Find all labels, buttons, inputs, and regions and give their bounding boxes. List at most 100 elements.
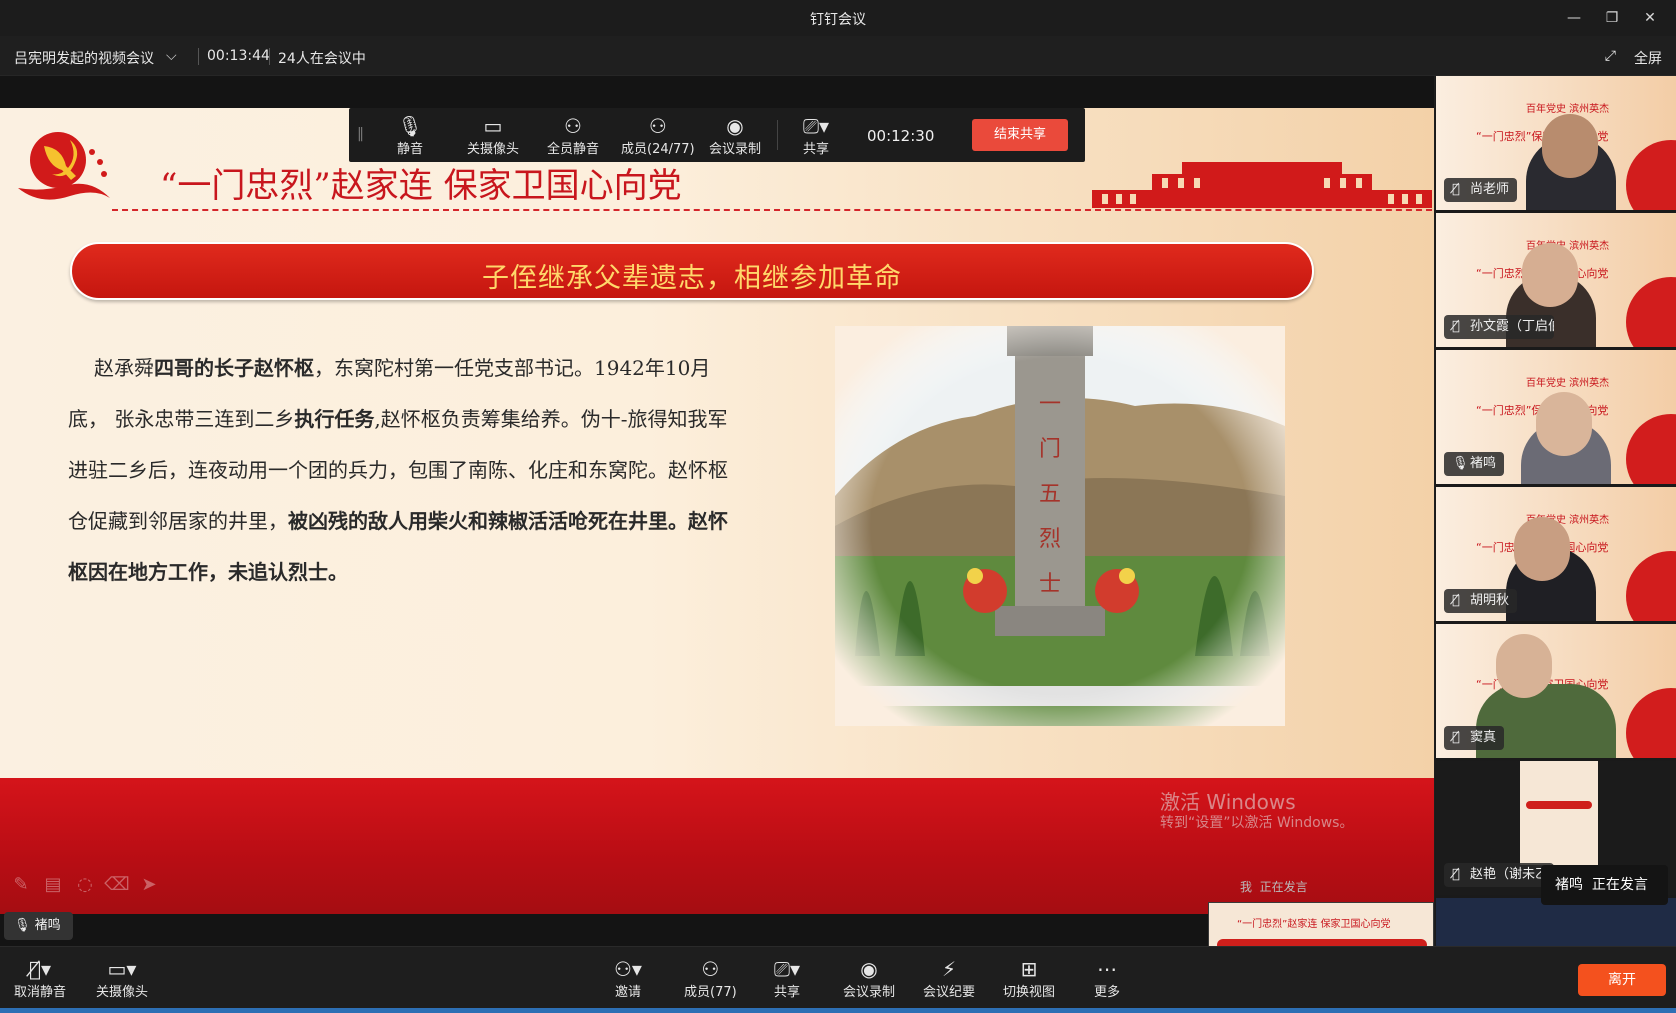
end-share-button[interactable]: 结束共享 <box>972 119 1068 151</box>
minutes-button[interactable]: ⚡ 会议纪要 <box>923 957 975 1000</box>
more-button[interactable]: ⋯ 更多 <box>1094 957 1120 1000</box>
invite-button[interactable]: ⚇▾ 邀请 <box>614 957 642 1000</box>
title-bar: 钉钉会议 — ❐ ✕ <box>0 0 1676 36</box>
participant-name: 🎙̸ 胡明秋 <box>1444 589 1518 613</box>
camera-label: 关摄像头 <box>96 985 149 1000</box>
tile-slide-text: 百年党史 滨州英杰 <box>1526 378 1610 389</box>
switch-view-button[interactable]: ⊞ 切换视图 <box>1003 957 1055 1000</box>
share-button[interactable]: ⎚▾ 共享 <box>774 957 800 1000</box>
camera-icon: ▭ <box>483 114 503 138</box>
speaking-popup: 褚鸣 正在发言 <box>1541 865 1668 905</box>
mic-muted-icon: 🎙̸ <box>1452 867 1460 882</box>
participant-face <box>1542 114 1598 178</box>
record-icon: ◉ <box>726 114 744 138</box>
more-icon: ⋯ <box>1097 957 1117 981</box>
mic-muted-icon: 🎙̸ <box>1452 319 1460 334</box>
more-label: 更多 <box>1094 985 1121 1000</box>
participant-name: 🎙̸ 孙文霞（丁启伯 <box>1444 315 1554 339</box>
camera-off-button[interactable]: ▭▾ 关摄像头 <box>96 957 148 1000</box>
participant-face <box>1522 243 1578 307</box>
share-label: 共享 <box>774 985 801 1000</box>
participant-tile-active[interactable]: 百年党史 滨州英杰 “一门忠烈”保家卫国心向党 🎙褚鸣 <box>1436 350 1676 484</box>
bottom-control-bar: 🎙̸▾ 取消静音 ▭▾ 关摄像头 ⚇▾ 邀请 ⚇ 成员(77) ⎚▾ 共享 ◉ 会议录制 ⚡… <box>0 946 1676 1013</box>
mic-muted-icon: 🎙̸ <box>1452 730 1460 745</box>
microphone-icon: 🎙 <box>397 114 423 138</box>
minimize-icon[interactable]: — <box>1560 6 1588 30</box>
current-speaker-name: 褚鸣 <box>34 918 61 933</box>
meeting-name[interactable]: 吕宪明发起的视频会议 <box>14 48 154 68</box>
record-button[interactable]: ◉ 会议录制 <box>709 114 761 157</box>
switch-view-label: 切换视图 <box>1003 985 1056 1000</box>
mic-muted-icon: 🎙̸▾ <box>28 957 52 981</box>
slide-paragraph: 赵承舜四哥的长子赵怀枢，东窝陀村第一任党支部书记。1942年10月底， 张永忠带… <box>68 343 728 598</box>
slide-banner: 子侄继承父辈遗志，相继参加革命 <box>70 242 1314 300</box>
members-button[interactable]: ⚇ 成员(77) <box>684 957 737 1000</box>
participant-name-text: 尚老师 <box>1470 182 1510 197</box>
camera-icon: ▭▾ <box>107 957 137 981</box>
activation-watermark-hint: 转到“设置”以激活 Windows。 <box>1160 815 1354 831</box>
participant-face <box>1536 392 1592 456</box>
highlighter-icon[interactable]: ▤ <box>40 874 66 895</box>
share-timer: 00:12:30 <box>867 127 935 145</box>
participant-count: 24人在会议中 <box>278 51 366 67</box>
share-screen-icon: ⎚▾ <box>774 957 801 981</box>
participant-screen-thumb <box>1520 761 1598 865</box>
participant-tile-partial[interactable] <box>1436 898 1676 946</box>
participant-face <box>1514 517 1570 581</box>
meeting-info-bar: 吕宪明发起的视频会议 ⌵ 00:13:44 24人在会议中 ⤢ 全屏 <box>0 36 1676 76</box>
chevron-down-icon[interactable]: ⌵ <box>166 48 177 64</box>
window-title: 钉钉会议 <box>810 12 866 28</box>
restore-icon[interactable]: ❐ <box>1598 6 1626 30</box>
members-icon: ⚇ <box>648 114 667 138</box>
participant-name-text: 褚鸣 <box>1470 456 1497 471</box>
para-text-bold: 四哥的长子赵怀枢 <box>154 356 314 380</box>
self-label: 我 <box>1240 880 1253 894</box>
monument-photo: 一 门 五 烈 士 <box>835 326 1285 726</box>
participant-tile[interactable]: 百年党史 滨州英杰 “一门忠烈”保家卫国心向党 🎙̸孙文霞（丁启伯 <box>1436 213 1676 347</box>
leave-button[interactable]: 离开 <box>1578 964 1666 996</box>
share-toolbar: ‖ 🎙 静音 ▭ 关摄像头 ⚇ 全员静音 ⚇ 成员(24/77) ◉ 会议录制 ⎚▾ 共享 … <box>349 108 1085 162</box>
participant-name-text: 赵艳（谢未乙 <box>1470 867 1549 882</box>
party-emblem-icon <box>18 132 110 200</box>
annotation-tools: ✎ ▤ ◌ ⌫ ➤ <box>8 874 168 900</box>
minutes-icon: ⚡ <box>941 957 957 981</box>
mute-all-icon: ⚇ <box>564 114 582 138</box>
participant-name-text: 胡明秋 <box>1470 593 1510 608</box>
drag-handle-icon[interactable]: ‖ <box>357 126 364 142</box>
mic-muted-icon: 🎙̸ <box>1452 593 1460 608</box>
record-icon: ◉ <box>860 957 878 981</box>
mute-button[interactable]: 🎙 静音 <box>397 114 423 157</box>
invite-icon: ⚇▾ <box>614 957 642 981</box>
microphone-icon: 🎙 <box>1452 456 1469 471</box>
toolbar-divider <box>777 120 778 150</box>
fullscreen-icon[interactable]: ⤢ <box>1605 48 1616 64</box>
close-icon[interactable]: ✕ <box>1636 6 1664 30</box>
slide-divider <box>112 209 1432 211</box>
participant-name: 🎙̸ 赵艳（谢未乙 <box>1444 863 1554 887</box>
mute-label: 静音 <box>397 142 424 157</box>
share-screen-icon: ⎚▾ <box>803 114 830 138</box>
participant-tile[interactable]: 百年党史 滨州英杰 “一门忠烈”保家卫国心向党 🎙̸尚老师 <box>1436 76 1676 210</box>
participant-tile[interactable]: “一门忠烈”保家卫国心向党 🎙̸窦真 <box>1436 624 1676 758</box>
pen-icon[interactable]: ✎ <box>8 874 34 895</box>
eraser-icon[interactable]: ⌫ <box>104 874 130 895</box>
mute-all-button[interactable]: ⚇ 全员静音 <box>547 114 599 157</box>
record-label: 会议录制 <box>843 985 896 1000</box>
unmute-button[interactable]: 🎙̸▾ 取消静音 <box>14 957 66 1000</box>
camera-off-button[interactable]: ▭ 关摄像头 <box>467 114 519 157</box>
participant-tile[interactable]: 百年党史 滨州英杰 “一门忠烈”保家卫国心向党 🎙̸胡明秋 <box>1436 487 1676 621</box>
fullscreen-button[interactable]: 全屏 <box>1634 48 1662 68</box>
banner-text: 子侄继承父辈遗志，相继参加革命 <box>482 263 902 294</box>
pointer-icon[interactable]: ➤ <box>136 874 162 895</box>
slide-heading: “一门忠烈”赵家连 保家卫国心向党 <box>160 166 682 206</box>
share-button[interactable]: ⎚▾ 共享 <box>803 114 829 157</box>
participant-name: 🎙̸ 尚老师 <box>1444 178 1518 202</box>
participant-sidebar: ︿ 百年党史 滨州英杰 “一门忠烈”保家卫国心向党 🎙̸尚老师 百年党史 滨州英… <box>1435 76 1676 946</box>
record-button[interactable]: ◉ 会议录制 <box>843 957 895 1000</box>
participant-name-text: 孙文霞（丁启伯 <box>1470 319 1554 334</box>
shape-icon[interactable]: ◌ <box>72 874 98 895</box>
self-view-label: 我 正在发言 <box>1240 878 1308 895</box>
members-button[interactable]: ⚇ 成员(24/77) <box>621 114 695 157</box>
tile-slide-text: 百年党史 滨州英杰 <box>1526 104 1610 115</box>
unmute-label: 取消静音 <box>14 985 67 1000</box>
